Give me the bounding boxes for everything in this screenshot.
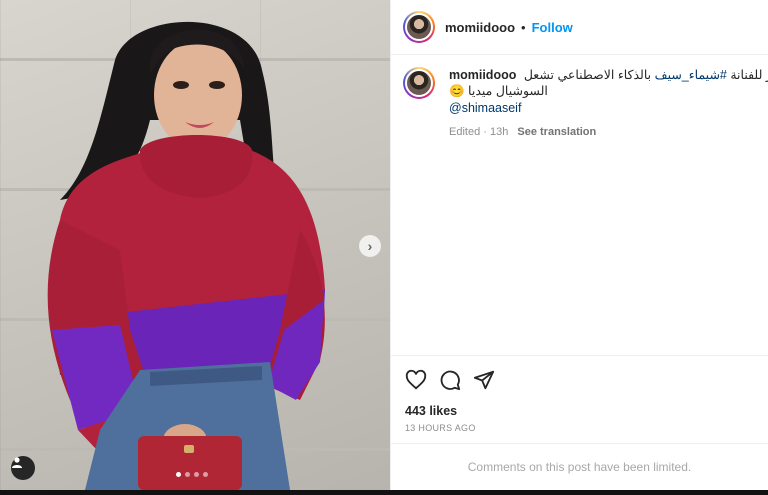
tagged-users-button[interactable] xyxy=(11,456,35,480)
post-side-panel: momiidooo • Follow momiidooo صور للفنانة… xyxy=(390,0,768,490)
share-icon xyxy=(473,370,495,390)
page-background-strip xyxy=(0,490,768,495)
caption-meta: Edited · 13h See translation xyxy=(449,124,768,140)
action-icons xyxy=(405,368,754,392)
mention-link[interactable]: @shimaaseif xyxy=(449,100,768,116)
header-username[interactable]: momiidooo xyxy=(445,20,515,35)
user-tag-icon xyxy=(12,457,22,468)
avatar-image xyxy=(405,69,433,97)
post-actions: 443 likes 13 HOURS AGO xyxy=(391,355,768,433)
comment-icon xyxy=(440,370,461,391)
edited-time: Edited · 13h xyxy=(449,126,509,138)
heart-icon xyxy=(405,369,427,390)
carousel-dot xyxy=(194,472,199,477)
follow-button[interactable]: Follow xyxy=(532,20,573,35)
caption-line-2: السوشيال ميديا 😊 xyxy=(449,84,548,98)
comment-button[interactable] xyxy=(439,369,461,391)
likes-count[interactable]: 443 likes xyxy=(405,404,754,418)
see-translation-link[interactable]: See translation xyxy=(517,126,596,138)
carousel-indicator xyxy=(176,472,208,477)
caption-line-1: momiidooo صور للفنانة #شيماء_سيف بالذكاء… xyxy=(449,67,768,83)
carousel-dot xyxy=(185,472,190,477)
carousel-dot xyxy=(176,472,181,477)
post-time: 13 HOURS AGO xyxy=(405,423,476,433)
post-header: momiidooo • Follow xyxy=(391,0,768,55)
post-photo[interactable]: › xyxy=(0,0,390,490)
avatar-image xyxy=(405,13,433,41)
post-modal: › momiidooo • Follow momiidooo للفنانة #… xyxy=(0,0,768,490)
header-separator: • xyxy=(521,19,526,35)
next-image-button[interactable]: › xyxy=(359,235,381,257)
hashtag-link[interactable]: #شيماء_سيف xyxy=(655,68,727,82)
like-button[interactable] xyxy=(405,369,427,391)
carousel-dot xyxy=(203,472,208,477)
caption-text-before: صور للفنانة xyxy=(730,68,768,82)
caption-username[interactable]: momiidooo xyxy=(449,68,516,82)
avatar[interactable] xyxy=(403,11,435,43)
share-button[interactable] xyxy=(473,369,495,391)
caption: momiidooo صور للفنانة #شيماء_سيف بالذكاء… xyxy=(391,55,768,140)
caption-avatar[interactable] xyxy=(403,67,435,99)
chevron-right-icon: › xyxy=(367,238,373,254)
caption-text: صور للفنانة #شيماء_سيف بالذكاء الاصطناعي… xyxy=(524,68,768,82)
caption-body: momiidooo صور للفنانة #شيماء_سيف بالذكاء… xyxy=(449,67,768,140)
comments-limited-notice: Comments on this post have been limited. xyxy=(391,443,768,490)
photo-illustration xyxy=(47,21,325,490)
caption-text-after: بالذكاء الاصطناعي تشعل xyxy=(523,68,655,82)
